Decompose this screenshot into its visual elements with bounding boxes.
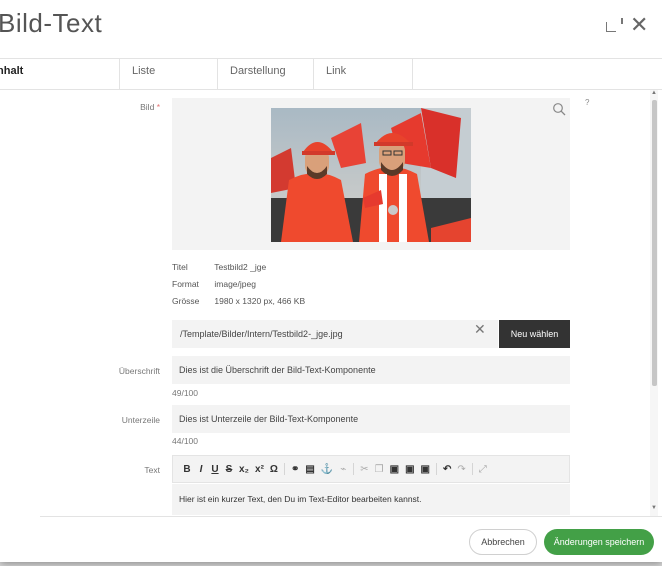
tab-inhalt[interactable]: Inhalt [0, 59, 120, 90]
unlink-icon[interactable]: ⌁ [339, 464, 347, 475]
choose-new-image-button[interactable]: Neu wählen [499, 320, 570, 348]
meta-size-row: Grösse 1980 x 1320 px, 466 KB [172, 296, 305, 306]
image-label-text: Bild [140, 102, 155, 112]
tab-darstellung[interactable]: Darstellung [218, 59, 314, 90]
paste-word-icon[interactable]: ▣ [421, 464, 430, 475]
link-icon[interactable]: ⚭ [291, 464, 299, 475]
meta-format-row: Format image/jpeg [172, 279, 256, 289]
scroll-down-arrow[interactable]: ▼ [651, 505, 657, 511]
italic-button[interactable]: I [197, 464, 205, 475]
scroll-up-arrow[interactable]: ▲ [651, 90, 657, 96]
paste-icon[interactable]: ▣ [390, 464, 399, 475]
tab-liste[interactable]: Liste [120, 59, 218, 90]
meta-format-value: image/jpeg [214, 279, 256, 289]
tab-bar: Inhalt Liste Darstellung Link [0, 58, 662, 90]
toolbar-separator [471, 463, 473, 475]
meta-size-value: 1980 x 1320 px, 466 KB [214, 296, 306, 306]
tab-link[interactable]: Link [314, 59, 413, 90]
copy-icon[interactable]: ❐ [375, 464, 384, 475]
dialog-content: Bild * ? Titel Testbild2 _jge Format ima… [0, 90, 650, 515]
subline-input[interactable]: Dies ist Unterzeile der Bild-Text-Kompon… [172, 405, 570, 433]
heading-input[interactable]: Dies ist die Überschrift der Bild-Text-K… [172, 356, 570, 384]
preview-photo [271, 108, 471, 242]
bold-button[interactable]: B [183, 464, 191, 475]
heading-counter: 49/100 [172, 388, 198, 398]
magnifier-icon[interactable] [552, 102, 566, 116]
maximize-icon[interactable]: ⤢ [479, 464, 487, 475]
image-preview-box[interactable] [172, 98, 570, 250]
strikethrough-button[interactable]: S [225, 464, 233, 475]
resize-tick [621, 18, 623, 24]
help-icon[interactable]: ? [585, 98, 589, 107]
cancel-button[interactable]: Abbrechen [469, 529, 537, 555]
collapse-icon[interactable] [606, 22, 616, 32]
image-icon[interactable]: ▤ [305, 464, 314, 475]
clear-path-icon[interactable]: ✕ [474, 321, 486, 338]
meta-title-key: Titel [172, 262, 188, 272]
subline-counter: 44/100 [172, 436, 198, 446]
undo-icon[interactable]: ↶ [443, 464, 451, 475]
paste-text-icon[interactable]: ▣ [405, 464, 414, 475]
close-icon[interactable]: ✕ [630, 14, 648, 36]
meta-format-key: Format [172, 279, 199, 289]
underline-button[interactable]: U [211, 464, 219, 475]
dialog-title: Bild-Text [0, 8, 103, 38]
required-marker: * [156, 102, 160, 112]
image-path-field[interactable]: /Template/Bilder/Intern/Testbild2-_jge.j… [172, 320, 498, 348]
subscript-button[interactable]: x₂ [239, 464, 249, 475]
image-label: Bild * [0, 102, 160, 112]
toolbar-separator [283, 463, 285, 475]
save-changes-button[interactable]: Änderungen speichern [544, 529, 654, 555]
meta-size-key: Grösse [172, 296, 200, 306]
bild-text-dialog: Bild-Text ✕ Inhalt Liste Darstellung Lin… [0, 0, 662, 562]
scrollbar-thumb[interactable] [652, 100, 657, 386]
superscript-button[interactable]: x² [255, 464, 264, 475]
heading-label: Überschrift [118, 366, 160, 376]
text-label: Text [144, 465, 160, 475]
toolbar-separator [435, 463, 437, 475]
anchor-icon[interactable]: ⚓ [321, 464, 333, 475]
cut-icon[interactable]: ✂ [360, 464, 368, 475]
text-editor-area[interactable]: Hier ist ein kurzer Text, den Du im Text… [172, 484, 570, 515]
special-char-button[interactable]: Ω [270, 464, 278, 475]
meta-title-row: Titel Testbild2 _jge [172, 262, 266, 272]
rich-text-toolbar: B I U S x₂ x² Ω ⚭ ▤ ⚓ ⌁ ✂ ❐ ▣ ▣ ▣ ↶ ↷ ⤢ [172, 455, 570, 483]
meta-title-value: Testbild2 _jge [214, 262, 267, 272]
dialog-footer: Abbrechen Änderungen speichern [40, 516, 662, 562]
redo-icon[interactable]: ↷ [457, 464, 465, 475]
subline-label: Unterzeile [121, 415, 160, 425]
toolbar-separator [353, 463, 355, 475]
